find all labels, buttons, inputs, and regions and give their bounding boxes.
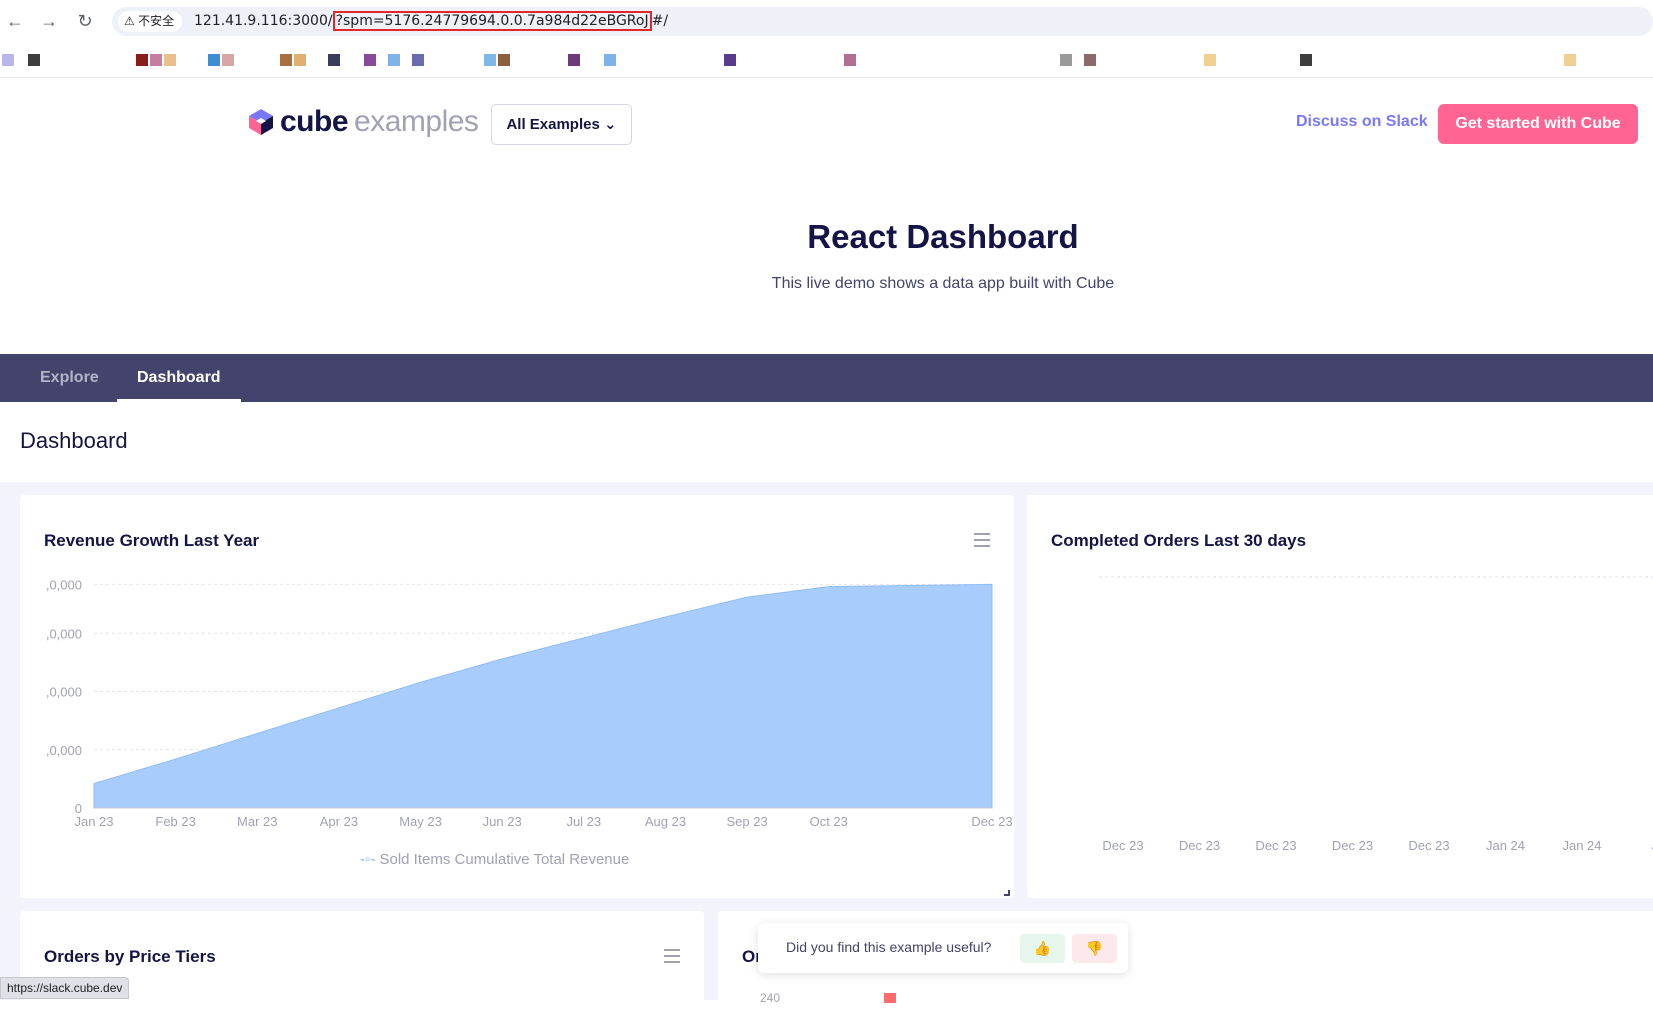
url-highlight: ?spm=5176.24779694.0.0.7a984d22eBGRoJ: [332, 11, 652, 31]
cube-logo-icon: [249, 109, 273, 135]
x-tick-label: Apr 23: [320, 814, 358, 829]
all-examples-dropdown[interactable]: All Examples ⌄: [491, 104, 632, 145]
bookmark-icon[interactable]: [1564, 54, 1576, 66]
x-tick-label: Dec 23: [1102, 838, 1143, 853]
bar-mark: [884, 993, 896, 1003]
x-tick-label: Mar 23: [237, 814, 277, 829]
bookmark-icon[interactable]: [1204, 54, 1216, 66]
bookmark-icon[interactable]: [1300, 54, 1312, 66]
feedback-question: Did you find this example useful?: [786, 939, 992, 955]
discuss-on-slack-link[interactable]: Discuss on Slack: [1296, 113, 1428, 131]
revenue-card: Revenue Growth Last Year ,0,000,0,000,0,…: [20, 495, 1014, 898]
url-suffix: #/: [651, 13, 669, 29]
browser-toolbar: ← → ↻ ⚠ 不安全 121.41.9.116:3000/?spm=5176.…: [0, 0, 1653, 42]
x-tick-label: Dec 23: [1179, 838, 1220, 853]
bookmark-icon[interactable]: [294, 54, 306, 66]
feedback-popup: Did you find this example useful? 👍 👎: [758, 923, 1128, 973]
x-tick-label: Jan 23: [74, 814, 113, 829]
resize-handle[interactable]: [1004, 890, 1010, 896]
x-tick-label: Sep 23: [726, 814, 767, 829]
x-tick-label: Jan 24: [1486, 838, 1525, 853]
get-started-button[interactable]: Get started with Cube: [1438, 104, 1638, 144]
y-tick-label: ,0,000: [46, 685, 82, 700]
x-tick-label: Jul 23: [566, 814, 601, 829]
menu-icon[interactable]: [664, 949, 680, 963]
card-title: Orders by Price Tiers: [44, 947, 216, 966]
bookmark-icon[interactable]: [498, 54, 510, 66]
revenue-area-series: [93, 583, 993, 809]
bookmark-icon[interactable]: [388, 54, 400, 66]
back-button[interactable]: ←: [4, 10, 26, 32]
logo-primary-text: cube: [280, 105, 349, 138]
x-tick-label: Dec 23: [971, 814, 1012, 829]
hero-subtitle: This live demo shows a data app built wi…: [771, 275, 1115, 292]
thumbs-up-button[interactable]: 👍: [1020, 934, 1065, 963]
legend-label: Sold Items Cumulative Total Revenue: [379, 851, 630, 868]
thumbs-down-button[interactable]: 👎: [1072, 934, 1117, 963]
legend-marker-icon: -◦-: [360, 851, 376, 868]
forward-button[interactable]: →: [38, 10, 60, 32]
bookmark-icon[interactable]: [844, 54, 856, 66]
chart-legend[interactable]: -◦- Sold Items Cumulative Total Revenue: [360, 851, 629, 868]
bookmark-icon[interactable]: [136, 54, 148, 66]
tab-explore[interactable]: Explore: [20, 354, 119, 402]
bookmark-icon[interactable]: [724, 54, 736, 66]
bookmark-icon[interactable]: [568, 54, 580, 66]
tab-dashboard[interactable]: Dashboard: [117, 354, 241, 402]
orders-line-chart: Dec 23 Dec 23 Dec 23 Dec 23 Dec 23 Jan 24 Jan …: [1099, 576, 1653, 853]
thumbs-down-icon: 👎: [1085, 940, 1104, 956]
x-tick-label: Dec 23: [1255, 838, 1296, 853]
x-tick-label: May 23: [399, 814, 442, 829]
y-tick-label: ,0,000: [46, 577, 82, 592]
url-text[interactable]: 121.41.9.116:3000/?spm=5176.24779694.0.0…: [194, 7, 668, 36]
orders-card: Completed Orders Last 30 days Dec 23 Dec …: [1027, 495, 1653, 898]
bookmark-icon[interactable]: [412, 54, 424, 66]
x-tick-label: Jun 23: [483, 814, 522, 829]
x-tick-label: Aug 23: [645, 814, 686, 829]
main-tab-bar: Explore Dashboard: [0, 354, 1653, 402]
bookmark-icon[interactable]: [164, 54, 176, 66]
y-tick-label: ,0,000: [46, 626, 82, 641]
bookmark-icon[interactable]: [1084, 54, 1096, 66]
x-tick-label: Feb 23: [155, 814, 195, 829]
bookmarks-bar: [0, 42, 1653, 78]
bookmark-icon[interactable]: [364, 54, 376, 66]
hero-title: React Dashboard: [807, 218, 1079, 255]
bookmark-icon[interactable]: [28, 54, 40, 66]
x-tick-label: Dec 23: [1408, 838, 1449, 853]
reload-button[interactable]: ↻: [74, 10, 96, 32]
bookmark-icon[interactable]: [222, 54, 234, 66]
address-bar[interactable]: ⚠ 不安全 121.41.9.116:3000/?spm=5176.247796…: [112, 7, 1653, 36]
insecure-badge[interactable]: ⚠ 不安全: [118, 11, 183, 32]
x-tick-label: Oct 23: [810, 814, 848, 829]
cube-logo[interactable]: cube examples: [248, 104, 479, 140]
revenue-area-chart: ,0,000,0,000,0,000,0,0000Jan 23 Feb 23 Mar…: [46, 577, 1013, 829]
bookmark-icon[interactable]: [2, 54, 14, 66]
bookmark-icon[interactable]: [280, 54, 292, 66]
bookmark-icon[interactable]: [328, 54, 340, 66]
bookmark-icon[interactable]: [604, 54, 616, 66]
page-title: Dashboard: [20, 428, 128, 453]
y-tick-label: ,0,000: [46, 743, 82, 758]
x-tick-label: Jan 24: [1562, 838, 1601, 853]
url-prefix: 121.41.9.116:3000/: [194, 13, 333, 29]
thumbs-up-icon: 👍: [1033, 940, 1052, 956]
axis-tick-label: 240: [760, 991, 781, 1005]
logo-secondary-text: examples: [354, 105, 479, 138]
bookmark-icon[interactable]: [484, 54, 496, 66]
bookmark-icon[interactable]: [150, 54, 162, 66]
bookmark-icon[interactable]: [208, 54, 220, 66]
status-bar-url: https://slack.cube.dev: [0, 977, 130, 999]
bookmark-icon[interactable]: [1060, 54, 1072, 66]
x-tick-label: Dec 23: [1332, 838, 1373, 853]
